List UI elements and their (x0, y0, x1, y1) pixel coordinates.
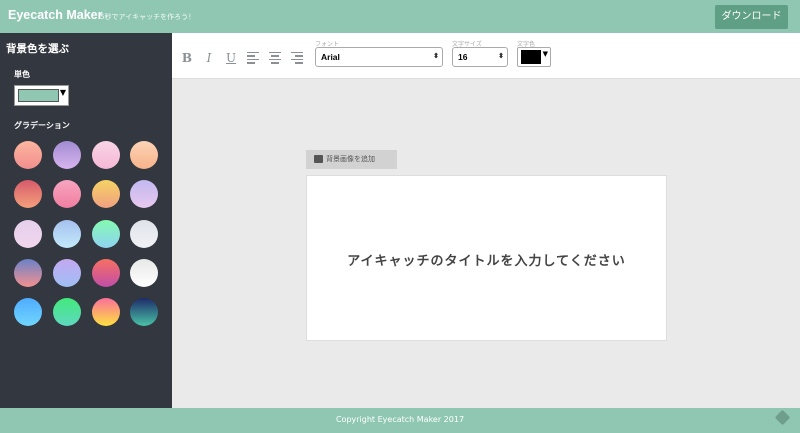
gradient-swatch[interactable] (53, 141, 81, 169)
solid-color-swatch (18, 89, 59, 102)
app-title[interactable]: Eyecatch Maker (8, 8, 103, 22)
text-color-swatch (521, 50, 541, 64)
gradient-label: グラデーション (14, 121, 70, 130)
gradient-swatch[interactable] (130, 180, 158, 208)
underline-button[interactable]: U (224, 51, 238, 65)
gradient-swatch[interactable] (53, 259, 81, 287)
font-select[interactable]: Arial ⬍ (315, 47, 443, 67)
copyright-text: Copyright Eyecatch Maker 2017 (335, 415, 465, 424)
bold-button[interactable]: B (180, 51, 194, 65)
gradient-swatch[interactable] (92, 259, 120, 287)
align-left-icon[interactable] (247, 52, 259, 64)
gradient-swatch[interactable] (53, 298, 81, 326)
gradient-swatch[interactable] (92, 180, 120, 208)
gradient-swatch[interactable] (14, 259, 42, 287)
download-button[interactable]: ダウンロード (715, 5, 788, 29)
gradient-swatch[interactable] (92, 220, 120, 248)
gradient-swatch[interactable] (92, 141, 120, 169)
font-size-select[interactable]: 16 ⬍ (452, 47, 508, 67)
align-center-icon[interactable] (269, 52, 281, 64)
solid-color-label: 単色 (14, 70, 30, 79)
font-size-value: 16 (458, 52, 468, 62)
text-color-picker[interactable]: ▼ (517, 47, 551, 67)
tagline: 5秒でアイキャッチを作ろう！ (100, 13, 196, 21)
font-select-value: Arial (321, 52, 340, 62)
gradient-swatch[interactable] (130, 141, 158, 169)
gradient-swatch[interactable] (14, 220, 42, 248)
sidebar-title: 背景色を選ぶ (6, 43, 69, 55)
dropdown-arrow-icon: ▼ (542, 50, 548, 58)
footer-bar: Copyright Eyecatch Maker 2017 (0, 408, 800, 433)
italic-button[interactable]: I (202, 51, 216, 65)
align-right-icon[interactable] (291, 52, 303, 64)
text-toolbar: B I U フォント Arial ⬍ 文字サイズ 16 ⬍ 文字色 ▼ (172, 33, 800, 79)
gradient-swatch[interactable] (130, 298, 158, 326)
gradient-swatch[interactable] (53, 180, 81, 208)
image-icon (314, 155, 323, 163)
add-background-label: 背景画像を追加 (326, 155, 375, 163)
dropdown-arrow-icon: ▼ (59, 88, 66, 97)
gradient-swatch[interactable] (130, 259, 158, 287)
gradient-swatch[interactable] (130, 220, 158, 248)
gradient-swatch[interactable] (53, 220, 81, 248)
select-arrows-icon: ⬍ (498, 53, 504, 60)
solid-color-picker[interactable]: ▼ (14, 85, 69, 106)
eyecatch-canvas[interactable]: アイキャッチのタイトルを入力してください (306, 175, 667, 341)
add-background-image-button[interactable]: 背景画像を追加 (306, 150, 397, 169)
gradient-swatch[interactable] (92, 298, 120, 326)
header-bar: Eyecatch Maker 5秒でアイキャッチを作ろう！ ダウンロード (0, 0, 800, 33)
gradient-swatch[interactable] (14, 180, 42, 208)
gradient-swatch[interactable] (14, 141, 42, 169)
gradient-swatch[interactable] (14, 298, 42, 326)
select-arrows-icon: ⬍ (433, 53, 439, 60)
canvas-title-text[interactable]: アイキャッチのタイトルを入力してください (307, 250, 666, 269)
background-sidebar: 背景色を選ぶ 単色 ▼ グラデーション (0, 33, 172, 408)
